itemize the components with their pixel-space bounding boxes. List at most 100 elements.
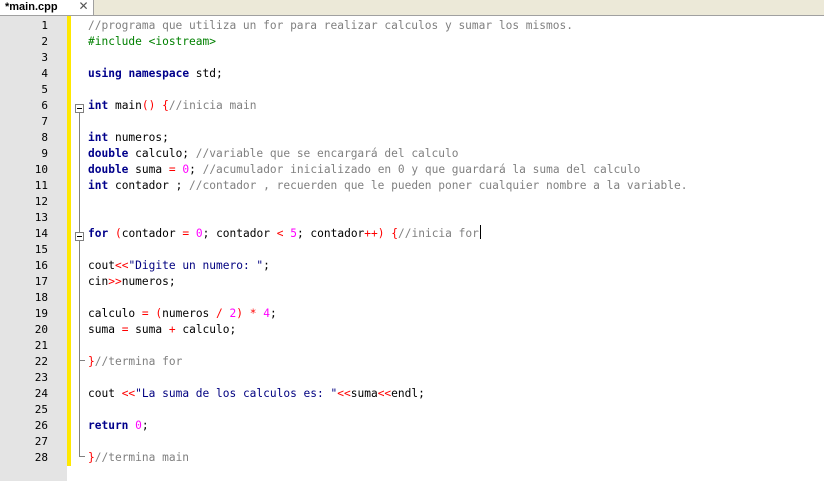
code-token: suma — [128, 163, 169, 176]
fold-end-for — [79, 352, 85, 361]
code-token: int — [88, 179, 109, 192]
code-token: //inicia for — [398, 227, 479, 240]
line-number: 12 — [34, 195, 48, 208]
code-line[interactable]: 12 — [0, 194, 824, 210]
code-line[interactable]: 3 — [0, 50, 824, 66]
code-token: int — [88, 99, 109, 112]
code-token: >> — [108, 275, 122, 288]
code-token: = — [141, 307, 149, 320]
code-line[interactable]: 19 calculo = (numeros / 2) * 4; — [0, 306, 824, 322]
code-text: calculo = (numeros / 2) * 4; — [88, 306, 277, 322]
code-token: return — [88, 419, 129, 432]
code-line[interactable]: 9 double calculo; //variable que se encar… — [0, 146, 824, 162]
code-text: int contador ; //contador , recuerden qu… — [88, 178, 687, 194]
code-token: namespace — [128, 67, 190, 80]
code-token: << — [337, 387, 351, 400]
code-line[interactable]: 8 int numeros; — [0, 130, 824, 146]
code-line[interactable]: 10 double suma = 0; //acumulador iniciali… — [0, 162, 824, 178]
code-token: cin — [88, 275, 109, 288]
code-line[interactable]: 13 — [0, 210, 824, 226]
code-text: cout <<"La suma de los calculos es: "<<s… — [88, 386, 425, 402]
code-token: double — [88, 163, 129, 176]
code-line[interactable]: 7 — [0, 114, 824, 130]
line-number: 26 — [34, 419, 48, 432]
code-token: ; contador — [296, 227, 365, 240]
code-text: cin>>numeros; — [88, 274, 176, 290]
code-token: ( — [114, 227, 122, 240]
code-line[interactable]: 5 — [0, 82, 824, 98]
line-number: 7 — [41, 115, 48, 128]
fold-minus-icon[interactable] — [75, 104, 84, 113]
code-line[interactable]: 11 int contador ; //contador , recuerden … — [0, 178, 824, 194]
code-token: //termina for — [94, 355, 183, 368]
line-number: 18 — [34, 291, 48, 304]
code-line[interactable]: 24 cout <<"La suma de los calculos es: "<… — [0, 386, 824, 402]
fold-guide-main — [79, 113, 80, 457]
code-token: //programa que utiliza un for para reali… — [88, 19, 573, 32]
code-text: }//termina for — [88, 354, 182, 370]
line-number: 28 — [34, 451, 48, 464]
code-line[interactable]: 21 — [0, 338, 824, 354]
code-line[interactable]: 17 cin>>numeros; — [0, 274, 824, 290]
code-token: } — [88, 451, 95, 464]
code-token: std; — [189, 67, 223, 80]
tab-main-cpp[interactable]: *main.cpp ✕ — [0, 0, 94, 15]
code-token: //variable que se encargará del calculo — [195, 147, 459, 160]
code-line[interactable]: 22}//termina for — [0, 354, 824, 370]
code-token: numeros — [162, 307, 217, 320]
line-number: 13 — [34, 211, 48, 224]
code-line[interactable]: 15 — [0, 242, 824, 258]
code-token: contador ; — [108, 179, 190, 192]
code-text: #include <iostream> — [88, 34, 216, 50]
code-token: using — [88, 67, 122, 80]
line-number: 3 — [41, 51, 48, 64]
code-line[interactable]: 25 — [0, 402, 824, 418]
line-number: 25 — [34, 403, 48, 416]
code-token: double — [88, 147, 129, 160]
code-token: suma — [88, 323, 122, 336]
code-token: //acumulador inicializado en 0 y que gua… — [202, 163, 641, 176]
code-token: 0 — [195, 227, 203, 240]
code-token: + — [168, 323, 176, 336]
code-token: //termina main — [94, 451, 190, 464]
code-token: 5 — [290, 227, 297, 240]
code-line[interactable]: 23 — [0, 370, 824, 386]
code-token: for — [88, 227, 109, 240]
code-token: numeros; — [121, 275, 176, 288]
tab-title: *main.cpp — [5, 1, 58, 13]
code-editor[interactable]: 1 //programa que utiliza un for para real… — [0, 16, 824, 481]
line-number: 11 — [34, 179, 48, 192]
fold-minus-icon[interactable] — [75, 232, 84, 241]
code-line[interactable]: 20 suma = suma + calculo; — [0, 322, 824, 338]
code-token: ++) — [364, 227, 385, 240]
line-number: 9 — [41, 147, 48, 160]
close-icon[interactable]: ✕ — [77, 0, 90, 14]
code-text: //programa que utiliza un for para reali… — [88, 18, 573, 34]
code-line[interactable]: 2 #include <iostream> — [0, 34, 824, 50]
line-number: 1 — [41, 19, 48, 32]
line-number: 17 — [34, 275, 48, 288]
code-token: #include <iostream> — [88, 35, 216, 48]
line-number: 4 — [41, 67, 48, 80]
fold-end-main — [79, 448, 85, 457]
line-number: 21 — [34, 339, 48, 352]
code-line[interactable]: 1 //programa que utiliza un for para real… — [0, 18, 824, 34]
code-text: int main() {//inicia main — [88, 98, 256, 114]
code-line[interactable]: 14 for (contador = 0; contador < 5; conta… — [0, 226, 824, 242]
code-token: ; — [263, 259, 270, 272]
code-line[interactable]: 18 — [0, 290, 824, 306]
code-token: "La suma de los calculos es: " — [135, 387, 338, 400]
code-token: cout — [88, 259, 115, 272]
code-line[interactable]: 28}//termina main — [0, 450, 824, 466]
code-token: suma — [350, 387, 378, 400]
code-token: * — [249, 307, 257, 320]
code-line[interactable]: 6 int main() {//inicia main — [0, 98, 824, 114]
code-line[interactable]: 27 — [0, 434, 824, 450]
code-line[interactable]: 16 cout<<"Digite un numero: "; — [0, 258, 824, 274]
code-line[interactable]: 4 using namespace std; — [0, 66, 824, 82]
code-token: contador — [121, 227, 183, 240]
code-line[interactable]: 26 return 0; — [0, 418, 824, 434]
line-number: 10 — [34, 163, 48, 176]
